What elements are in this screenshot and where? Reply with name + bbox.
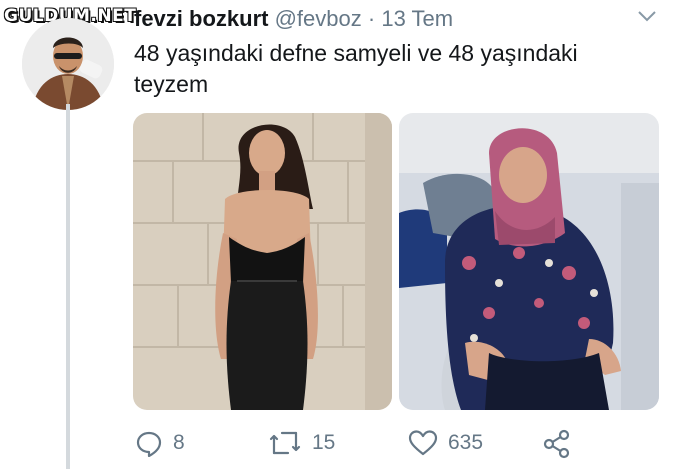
tweet-header: fevzi bozkurt @fevboz · 13 Tem: [134, 6, 453, 32]
tweet-photo-2[interactable]: [399, 113, 659, 410]
avatar-image: [22, 18, 114, 110]
timestamp[interactable]: 13 Tem: [381, 6, 453, 31]
retweet-button[interactable]: 15: [268, 429, 335, 457]
separator-dot: ·: [367, 6, 376, 31]
share-icon: [543, 429, 570, 459]
like-button[interactable]: 635: [408, 429, 483, 457]
user-handle[interactable]: @fevboz: [275, 6, 362, 31]
tweet-actions: 8 15 635: [0, 428, 680, 460]
retweet-count: 15: [312, 431, 336, 454]
display-name[interactable]: fevzi bozkurt: [134, 6, 268, 31]
reply-icon: [136, 431, 162, 457]
like-count: 635: [448, 431, 484, 454]
reply-count: 8: [173, 431, 185, 454]
avatar[interactable]: [22, 18, 114, 110]
share-button[interactable]: [542, 429, 582, 459]
chevron-down-icon[interactable]: [636, 8, 658, 24]
reply-button[interactable]: 8: [135, 429, 185, 457]
tweet-text: 48 yaşındaki defne samyeli ve 48 yaşında…: [134, 40, 578, 97]
thread-line: [66, 104, 70, 469]
heart-icon: [408, 430, 438, 456]
tweet-photo-1[interactable]: [133, 113, 392, 410]
retweet-icon: [269, 431, 301, 455]
